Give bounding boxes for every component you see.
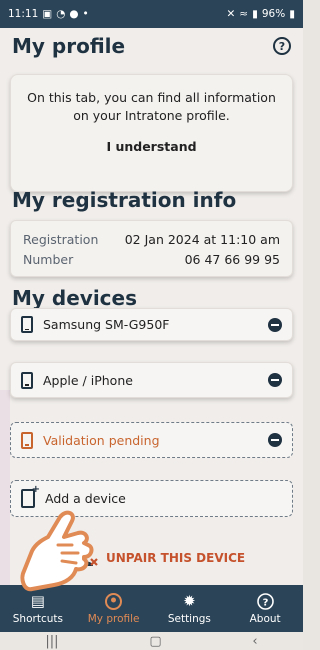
help-circle-icon: ? bbox=[256, 592, 274, 610]
unpair-user-icon bbox=[78, 549, 98, 567]
remove-device-icon[interactable] bbox=[268, 433, 282, 447]
info-text: On this tab, you can find all informatio… bbox=[27, 90, 276, 123]
nav-shortcuts[interactable]: ▤ Shortcuts bbox=[0, 585, 76, 632]
battery-icon: ▮ bbox=[289, 8, 295, 20]
gallery-icon: ▣ bbox=[42, 8, 53, 20]
signal-icon: ▮ bbox=[252, 8, 258, 20]
status-bar: 11:11 ▣ ◔ ● • ✕ ≈ ▮ 96% ▮ bbox=[0, 0, 303, 28]
nav-label: Shortcuts bbox=[12, 613, 63, 625]
unpair-button[interactable]: UNPAIR THIS DEVICE bbox=[78, 549, 245, 567]
registration-value: 02 Jan 2024 at 11:10 am bbox=[124, 231, 280, 247]
registration-title: My registration info bbox=[12, 188, 237, 212]
understand-button[interactable]: I understand bbox=[106, 139, 196, 154]
device-label: Samsung SM-G950F bbox=[43, 317, 170, 332]
phone-icon bbox=[21, 371, 33, 389]
registration-row: Registration 02 Jan 2024 at 11:10 am bbox=[23, 229, 280, 249]
device-item-pending[interactable]: Validation pending bbox=[10, 422, 293, 458]
phone-icon bbox=[21, 316, 33, 333]
add-device-button[interactable]: + Add a device bbox=[10, 480, 293, 517]
number-value: 06 47 66 99 95 bbox=[184, 251, 280, 267]
registration-card: Registration 02 Jan 2024 at 11:10 am Num… bbox=[10, 220, 293, 277]
unpair-label: UNPAIR THIS DEVICE bbox=[106, 551, 246, 565]
wifi-icon: ≈ bbox=[239, 8, 249, 20]
remove-device-icon[interactable] bbox=[268, 317, 282, 332]
dot-icon: • bbox=[82, 8, 89, 20]
nav-label: About bbox=[249, 613, 281, 625]
device-item-samsung[interactable]: Samsung SM-G950F bbox=[10, 308, 293, 341]
nav-label: My profile bbox=[87, 613, 140, 625]
devices-title: My devices bbox=[12, 286, 137, 310]
number-row: Number 06 47 66 99 95 bbox=[23, 249, 280, 269]
left-accent-strip bbox=[0, 390, 10, 585]
page-title: My profile bbox=[12, 34, 126, 58]
profile-content: My profile ? On this tab, you can find a… bbox=[0, 28, 303, 585]
phone-icon bbox=[21, 431, 33, 449]
app-notification-icon: ◔ bbox=[56, 8, 66, 20]
system-nav-bar: ||| ▢ ‹ bbox=[0, 632, 303, 650]
remove-device-icon[interactable] bbox=[268, 373, 282, 387]
registration-label: Registration bbox=[23, 231, 99, 247]
page-header: My profile ? bbox=[0, 28, 303, 64]
nav-settings[interactable]: ✹ Settings bbox=[152, 585, 228, 632]
nav-my-profile[interactable]: My profile bbox=[76, 585, 152, 632]
info-card: On this tab, you can find all informatio… bbox=[10, 74, 293, 192]
gear-icon: ✹ bbox=[183, 592, 196, 610]
device-label: Apple / iPhone bbox=[43, 372, 133, 388]
device-label-pending: Validation pending bbox=[43, 432, 160, 448]
status-time: 11:11 bbox=[8, 8, 39, 20]
mute-icon: ✕ bbox=[226, 8, 236, 20]
shortcuts-icon: ▤ bbox=[30, 592, 45, 610]
profile-icon bbox=[105, 592, 123, 610]
bottom-nav: ▤ Shortcuts My profile ✹ Settings ? Abou… bbox=[0, 585, 303, 632]
home-icon[interactable]: ▢ bbox=[149, 634, 161, 649]
back-icon[interactable]: ‹ bbox=[252, 634, 257, 649]
chat-icon: ● bbox=[69, 8, 79, 20]
nav-about[interactable]: ? About bbox=[227, 585, 303, 632]
help-icon[interactable]: ? bbox=[273, 37, 291, 55]
recent-apps-icon[interactable]: ||| bbox=[45, 634, 58, 649]
add-device-label: Add a device bbox=[45, 491, 126, 506]
add-phone-icon: + bbox=[21, 484, 40, 508]
number-label: Number bbox=[23, 251, 74, 267]
svg-text:?: ? bbox=[262, 597, 268, 608]
nav-label: Settings bbox=[167, 613, 211, 625]
device-item-iphone[interactable]: Apple / iPhone bbox=[10, 362, 293, 398]
battery-level: 96% bbox=[261, 8, 286, 20]
